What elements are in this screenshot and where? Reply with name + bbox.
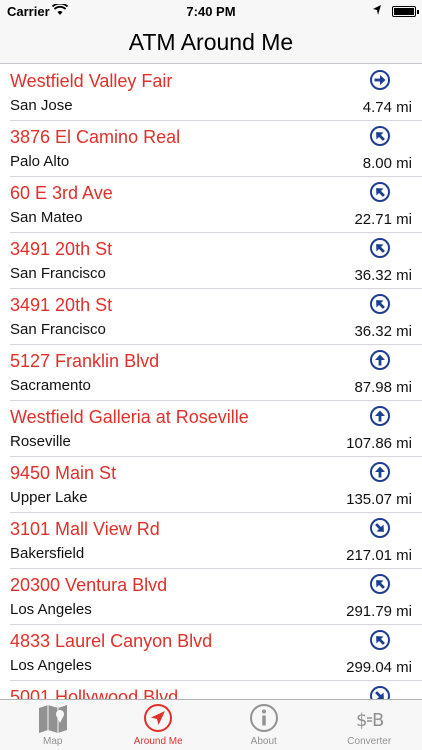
arrow-down-right-icon — [370, 518, 390, 538]
page-title: ATM Around Me — [128, 29, 294, 55]
atm-city: Palo Alto — [10, 153, 70, 170]
tab-label: About — [250, 736, 277, 747]
battery-icon — [392, 6, 419, 17]
atm-city: Bakersfield — [10, 545, 85, 562]
atm-name: 3491 20th St — [10, 239, 113, 259]
atm-city: San Francisco — [10, 321, 106, 338]
atm-name: 3876 El Camino Real — [10, 127, 181, 147]
atm-distance: 217.01 mi — [346, 547, 412, 564]
list-item[interactable]: 3491 20th St San Francisco 36.32 mi — [10, 289, 422, 345]
atm-list[interactable]: Westfield Valley Fair San Jose 4.74 mi 3876… — [0, 65, 422, 699]
atm-city: San Mateo — [10, 209, 83, 226]
atm-city: San Francisco — [10, 265, 106, 282]
arrow-up-left-icon — [370, 630, 390, 650]
list-item[interactable]: Westfield Valley Fair San Jose 4.74 mi — [10, 65, 422, 121]
atm-city: Sacramento — [10, 377, 91, 394]
arrow-up-left-icon — [370, 126, 390, 146]
atm-distance: 299.04 mi — [346, 659, 412, 676]
currency-icon: $ B — [352, 703, 386, 735]
arrow-down-right-icon — [370, 686, 390, 699]
info-icon — [247, 703, 281, 735]
tab-label: Around Me — [133, 736, 183, 747]
atm-name: 4833 Laurel Canyon Blvd — [10, 631, 213, 651]
atm-distance: 8.00 mi — [362, 155, 412, 172]
list-item[interactable]: 9450 Main St Upper Lake 135.07 mi — [10, 457, 422, 513]
atm-city: San Jose — [10, 97, 73, 114]
atm-name: 60 E 3rd Ave — [10, 183, 113, 203]
atm-city: Upper Lake — [10, 489, 88, 506]
tab-label: Converter — [347, 736, 392, 747]
atm-name: 5127 Franklin Blvd — [10, 351, 160, 371]
atm-distance: 87.98 mi — [354, 379, 412, 396]
atm-distance: 107.86 mi — [346, 435, 412, 452]
atm-name: Westfield Valley Fair — [10, 71, 173, 91]
tab-map[interactable]: Map — [0, 700, 106, 750]
atm-distance: 135.07 mi — [346, 491, 412, 508]
atm-name: 9450 Main St — [10, 463, 117, 483]
tab-label: Map — [43, 736, 63, 747]
tab-around-me[interactable]: Around Me — [106, 700, 212, 750]
tab-about[interactable]: About — [211, 700, 317, 750]
arrow-up-icon — [370, 350, 390, 370]
list-item[interactable]: 4833 Laurel Canyon Blvd Los Angeles 299.04… — [10, 625, 422, 681]
atm-distance: 36.32 mi — [354, 323, 412, 340]
svg-text:B: B — [372, 710, 384, 731]
list-item[interactable]: 20300 Ventura Blvd Los Angeles 291.79 mi — [10, 569, 422, 625]
atm-distance: 22.71 mi — [354, 211, 412, 228]
status-time: 7:40 PM — [186, 4, 236, 19]
arrow-up-icon — [370, 406, 390, 426]
atm-city: Los Angeles — [10, 601, 92, 618]
atm-distance: 36.32 mi — [354, 267, 412, 284]
list-item[interactable]: Westfield Galleria at Roseville Roseville… — [10, 401, 422, 457]
tab-converter[interactable]: $ B Converter — [317, 700, 422, 750]
arrow-right-icon — [370, 70, 390, 90]
list-item[interactable]: 5127 Franklin Blvd Sacramento 87.98 mi — [10, 345, 422, 401]
atm-distance: 4.74 mi — [362, 99, 412, 116]
atm-name: Westfield Galleria at Roseville — [10, 407, 249, 427]
atm-city: Roseville — [10, 433, 71, 450]
list-item[interactable]: 3101 Mall View Rd Bakersfield 217.01 mi — [10, 513, 422, 569]
compass-arrow-icon — [141, 703, 175, 735]
arrow-up-left-icon — [370, 294, 390, 314]
atm-name: 3101 Mall View Rd — [10, 519, 160, 539]
list-item[interactable]: 3876 El Camino Real Palo Alto 8.00 mi — [10, 121, 422, 177]
tab-bar: Map Around Me About $ B Converter — [0, 699, 422, 750]
atm-name: 20300 Ventura Blvd — [10, 575, 168, 595]
list-item[interactable]: 5001 Hollywood Blvd — [10, 681, 422, 699]
list-item[interactable]: 60 E 3rd Ave San Mateo 22.71 mi — [10, 177, 422, 233]
atm-name: 3491 20th St — [10, 295, 113, 315]
atm-city: Los Angeles — [10, 657, 92, 674]
arrow-up-left-icon — [370, 574, 390, 594]
atm-name: 5001 Hollywood Blvd — [10, 687, 179, 699]
arrow-up-left-icon — [370, 182, 390, 202]
arrow-up-icon — [370, 462, 390, 482]
svg-text:$: $ — [356, 710, 367, 731]
status-bar: Carrier 7:40 PM — [0, 0, 422, 22]
list-item[interactable]: 3491 20th St San Francisco 36.32 mi — [10, 233, 422, 289]
location-arrow-icon — [372, 3, 382, 20]
atm-distance: 291.79 mi — [346, 603, 412, 620]
map-icon — [36, 703, 70, 735]
nav-bar: ATM Around Me — [0, 22, 422, 64]
arrow-up-left-icon — [370, 238, 390, 258]
